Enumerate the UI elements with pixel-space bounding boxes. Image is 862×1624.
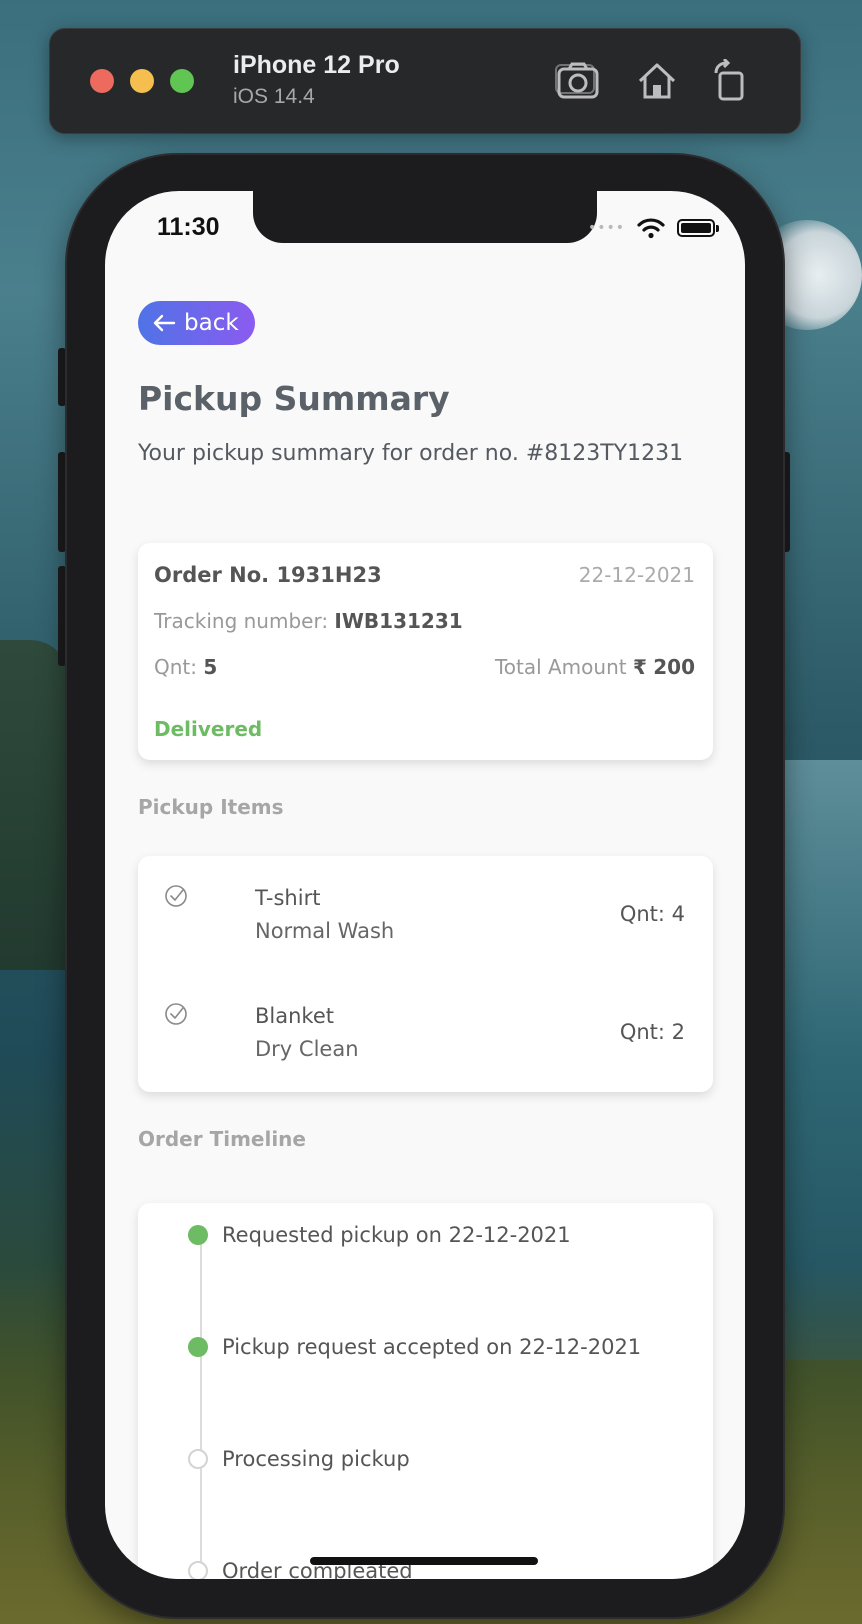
order-quantity: Qnt: 5	[154, 655, 217, 679]
order-number: Order No. 1931H23	[154, 563, 382, 587]
timeline-dot-pending	[188, 1561, 208, 1579]
cellular-signal-icon: ••••	[587, 220, 625, 236]
rupee-icon: ₹	[632, 655, 647, 679]
status-badge: Delivered	[154, 717, 263, 741]
total-label: Total Amount	[494, 655, 627, 679]
os-version: iOS 14.4	[233, 85, 315, 108]
back-button-label: back	[184, 310, 239, 336]
quantity-label: Qnt:	[154, 655, 197, 679]
simulator-toolbar: iPhone 12 Pro iOS 14.4	[49, 28, 801, 134]
rotate-icon[interactable]	[708, 59, 754, 103]
back-button[interactable]: back	[138, 301, 255, 345]
phone-screen: 11:30 •••• back Pickup Summary Your pick…	[105, 191, 745, 1579]
page-title: Pickup Summary	[138, 379, 450, 418]
pickup-items-card: T-shirt Normal Wash Qnt: 4 Blanket Dry C…	[138, 856, 713, 1092]
order-timeline-card: Requested pickup on 22-12-2021 Pickup re…	[138, 1203, 713, 1579]
tracking-value: IWB131231	[334, 609, 463, 633]
device-name: iPhone 12 Pro	[233, 51, 400, 79]
item-quantity: Qnt: 2	[619, 1020, 685, 1044]
check-circle-icon	[165, 885, 187, 907]
wifi-icon	[637, 218, 665, 239]
mute-switch	[58, 348, 66, 406]
quantity-value: 5	[203, 655, 218, 679]
zoom-window-button[interactable]	[170, 69, 194, 93]
item-service: Dry Clean	[255, 1037, 359, 1061]
timeline-dot-complete	[188, 1337, 208, 1357]
order-date: 22-12-2021	[578, 563, 695, 587]
minimize-window-button[interactable]	[130, 69, 154, 93]
tracking-number: Tracking number: IWB131231	[154, 609, 463, 633]
timeline-event: Requested pickup on 22-12-2021	[188, 1221, 571, 1249]
item-name: T-shirt	[255, 886, 321, 910]
order-timeline-heading: Order Timeline	[138, 1127, 306, 1151]
page-subtitle: Your pickup summary for order no. #8123T…	[138, 441, 683, 466]
timeline-event-text: Processing pickup	[222, 1447, 410, 1471]
battery-icon	[677, 219, 719, 237]
list-item: T-shirt Normal Wash Qnt: 4	[138, 856, 713, 974]
timeline-connector	[200, 1233, 202, 1579]
volume-up-button	[58, 452, 66, 552]
subtitle-text: Your pickup summary for order no.	[138, 441, 519, 466]
subtitle-order-number: #8123TY1231	[525, 441, 684, 466]
check-circle-icon	[165, 1003, 187, 1025]
close-window-button[interactable]	[90, 69, 114, 93]
total-value: 200	[653, 655, 695, 679]
background-trees	[0, 640, 70, 970]
tracking-label: Tracking number:	[154, 609, 329, 633]
list-item: Blanket Dry Clean Qnt: 2	[138, 974, 713, 1092]
item-service: Normal Wash	[255, 919, 395, 943]
status-time: 11:30	[157, 213, 220, 241]
status-indicators: ••••	[587, 217, 719, 239]
pickup-items-heading: Pickup Items	[138, 795, 284, 819]
timeline-event: Pickup request accepted on 22-12-2021	[188, 1333, 641, 1361]
notch	[253, 191, 597, 243]
arrow-left-icon	[153, 314, 176, 332]
item-quantity: Qnt: 4	[619, 902, 685, 926]
screenshot-icon[interactable]	[555, 59, 601, 103]
order-total: Total Amount ₹ 200	[495, 655, 695, 679]
timeline-dot-complete	[188, 1225, 208, 1245]
timeline-dot-pending	[188, 1449, 208, 1469]
power-button	[782, 452, 790, 552]
item-name: Blanket	[255, 1004, 334, 1028]
timeline-event: Processing pickup	[188, 1445, 410, 1473]
timeline-event-text: Requested pickup on 22-12-2021	[222, 1223, 571, 1247]
home-indicator[interactable]	[310, 1557, 538, 1565]
timeline-event-text: Pickup request accepted on 22-12-2021	[222, 1335, 642, 1359]
home-icon[interactable]	[634, 59, 680, 103]
order-summary-card: Order No. 1931H23 22-12-2021 Tracking nu…	[138, 543, 713, 760]
volume-down-button	[58, 566, 66, 666]
